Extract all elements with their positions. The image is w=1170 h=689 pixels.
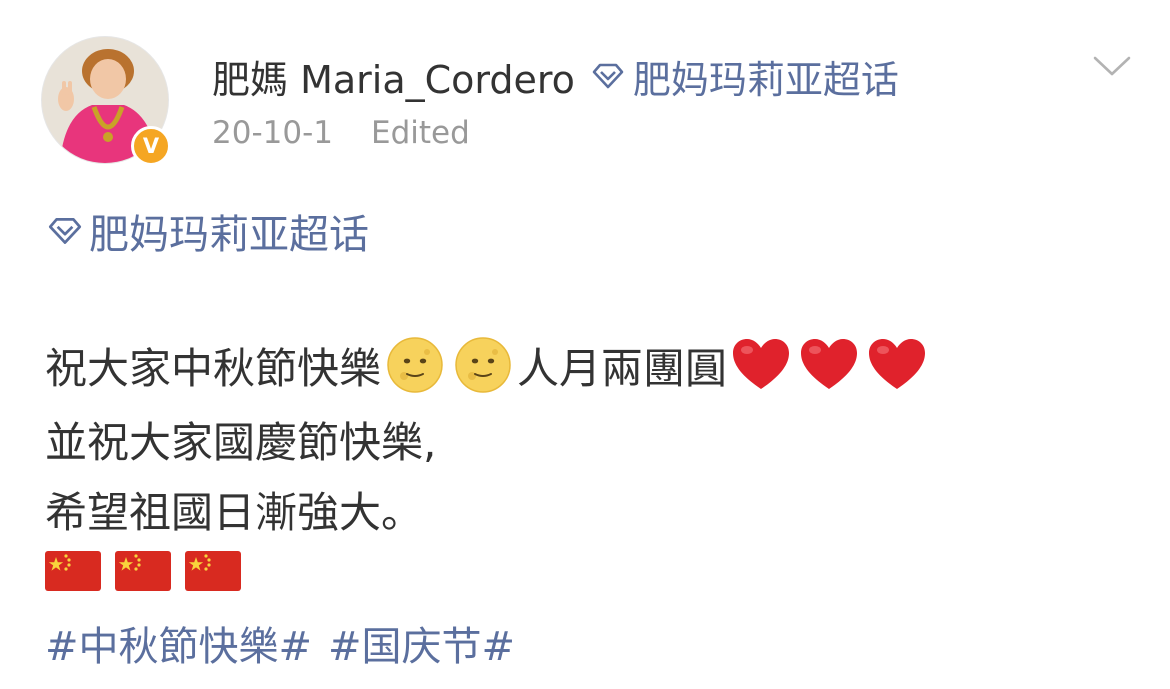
diamond-icon — [48, 218, 82, 244]
china-flag-icon — [185, 551, 241, 591]
supertopic-link[interactable]: 肥妈玛莉亚超话 — [589, 49, 899, 104]
national-day-text: 並祝大家國慶節快樂, — [45, 417, 437, 467]
post-text-line-2: 並祝大家國慶節快樂, — [45, 409, 436, 469]
china-flag-icon — [115, 551, 171, 591]
diamond-icon — [592, 63, 624, 89]
weibo-post: V 肥媽 Maria_Cordero 肥妈玛莉亚超话 20-10-1 Edite… — [0, 0, 1170, 689]
verified-badge: V — [131, 126, 171, 166]
red-heart-icon — [801, 339, 858, 389]
hashtag-mid-autumn[interactable]: #中秋節快樂# — [45, 614, 312, 672]
post-date: 20-10-1 — [212, 115, 333, 151]
supertopic-label: 肥妈玛莉亚超话 — [632, 57, 899, 102]
author-name[interactable]: 肥媽 Maria_Cordero — [212, 49, 575, 104]
red-heart-icon — [733, 339, 790, 389]
post-text-line-1: 祝大家中秋節快樂 人月兩團圓 — [45, 335, 931, 395]
hashtags: #中秋節快樂# #国庆节# — [45, 614, 515, 672]
wish-text: 希望祖國日漸強大。 — [45, 487, 424, 537]
china-flag-icon — [45, 551, 101, 591]
reunion-text: 人月兩團圓 — [517, 343, 728, 393]
author-avatar[interactable]: V — [41, 36, 171, 166]
edited-label[interactable]: Edited — [371, 115, 470, 151]
greeting-text: 祝大家中秋節快樂 — [45, 343, 382, 393]
post-header: 肥媽 Maria_Cordero 肥妈玛莉亚超话 — [212, 50, 899, 102]
topic-link-label: 肥妈玛莉亚超话 — [89, 212, 369, 258]
full-moon-face-icon — [387, 337, 443, 393]
chevron-down-icon[interactable] — [1092, 54, 1132, 78]
red-heart-icon — [869, 339, 926, 389]
hashtag-national-day[interactable]: #国庆节# — [328, 614, 515, 672]
post-meta: 20-10-1 Edited — [212, 113, 470, 153]
full-moon-face-icon — [455, 337, 511, 393]
post-text-line-3: 希望祖國日漸強大。 — [45, 479, 423, 539]
flag-emojis — [45, 549, 241, 593]
topic-link[interactable]: 肥妈玛莉亚超话 — [45, 205, 369, 258]
